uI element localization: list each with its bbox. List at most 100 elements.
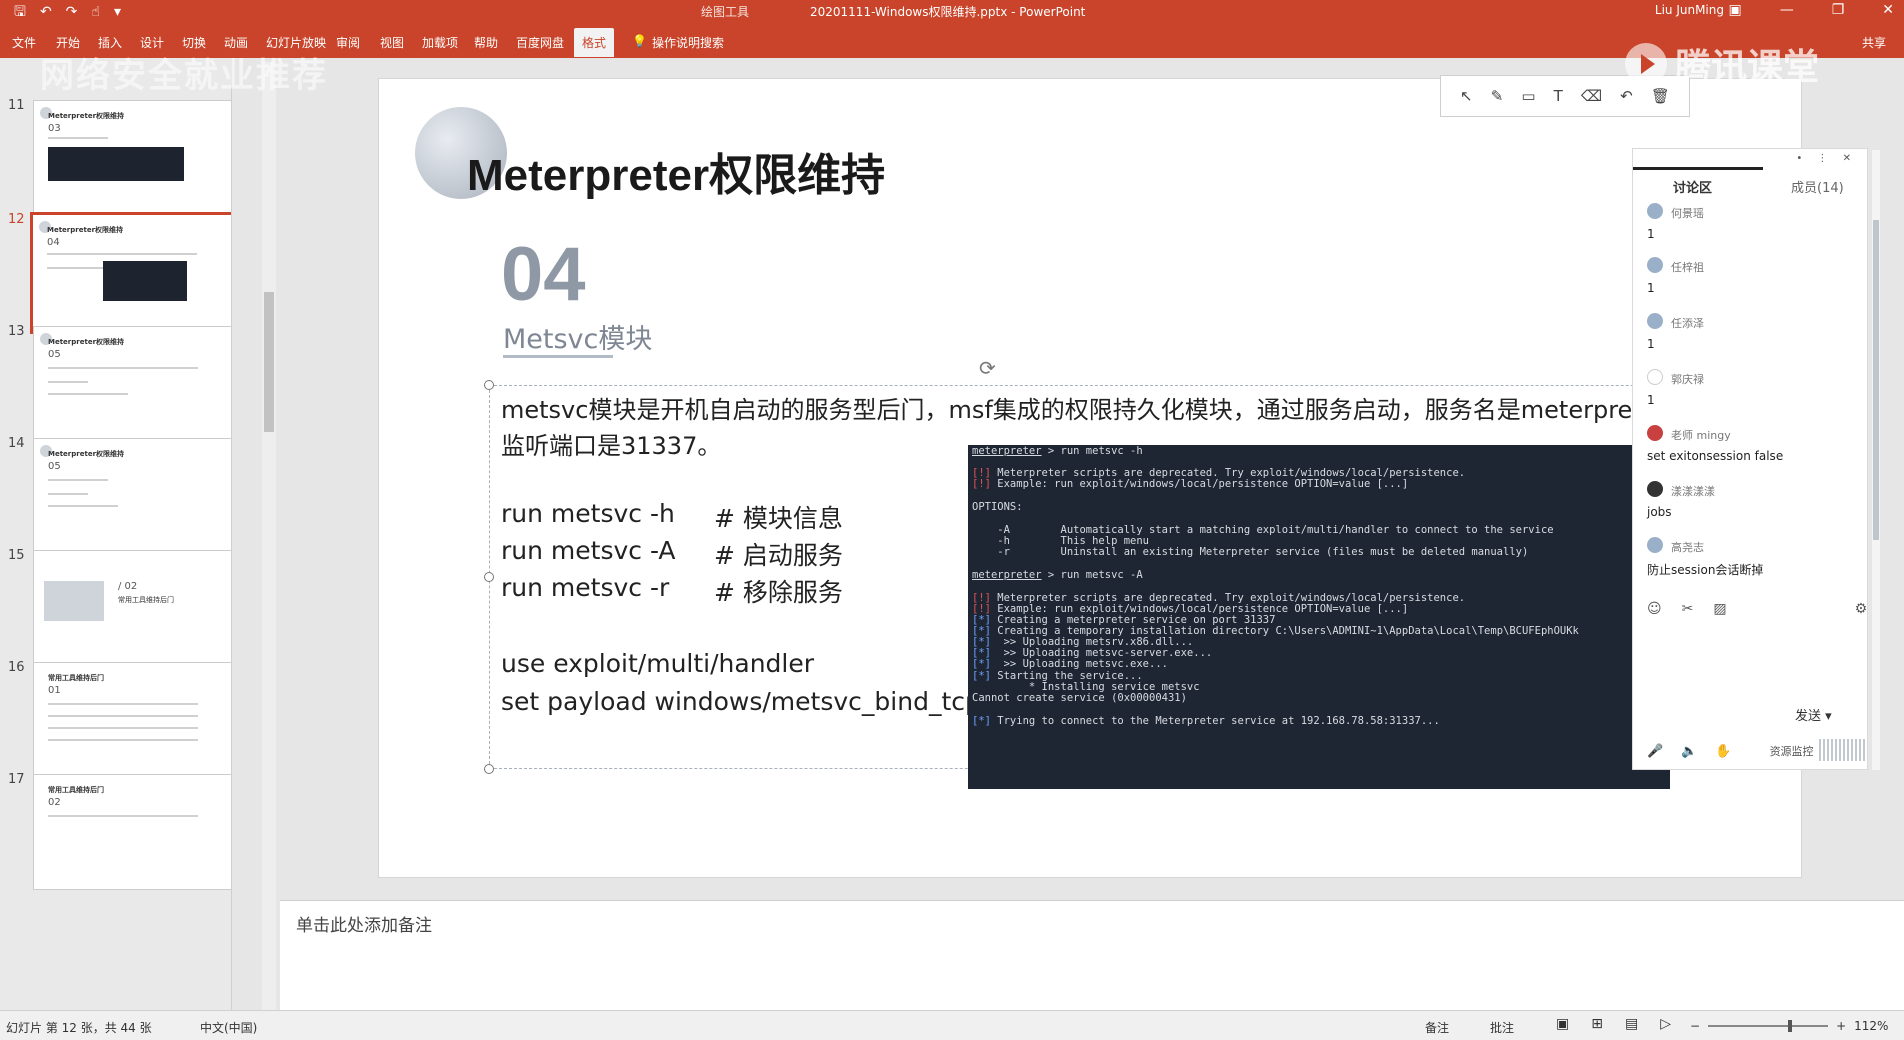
user-name[interactable]: Liu JunMing [1655, 3, 1724, 17]
avatar [1647, 313, 1663, 329]
zoom-out-icon[interactable]: − [1690, 1019, 1700, 1033]
slide-thumbnail-11[interactable]: Meterpreter权限维持 03 [33, 100, 231, 216]
resize-handle[interactable] [484, 572, 494, 582]
slide-thumbnail-14[interactable]: Meterpreter权限维持 05 [33, 438, 231, 554]
tab-help[interactable]: 帮助 [474, 34, 498, 51]
tab-format[interactable]: 格式 [574, 28, 615, 57]
tab-members[interactable]: 成员(14) [1791, 177, 1844, 196]
thumb-text-line [48, 367, 198, 369]
close-icon[interactable]: ✕ [1882, 2, 1894, 18]
tab-view[interactable]: 视图 [380, 34, 404, 51]
title-bar: 🖫 ↶ ↷ ☝ ▾ 绘图工具 20201111-Windows权限维持.pptx… [0, 0, 1904, 24]
avatar [1647, 481, 1663, 497]
section-number[interactable]: 04 [501, 231, 586, 318]
resize-handle[interactable] [484, 380, 494, 390]
avatar [1647, 369, 1663, 385]
tell-me-search[interactable]: 操作说明搜索 [652, 34, 724, 51]
tab-addins[interactable]: 加载项 [422, 34, 458, 51]
zoom-control: − + 112% [1690, 1019, 1888, 1033]
slide-thumbnail-12[interactable]: Meterpreter权限维持 04 [30, 212, 231, 334]
settings-icon[interactable]: ⚙ [1855, 601, 1868, 617]
tab-baidu[interactable]: 百度网盘 [516, 34, 564, 51]
scroll-thumb[interactable] [1873, 220, 1879, 540]
text-icon[interactable]: T [1554, 87, 1563, 105]
send-button[interactable]: 发送 ▾ [1795, 705, 1832, 724]
section-title[interactable]: Metsvc模块 [503, 317, 652, 356]
message-text: set exitonsession false [1647, 449, 1784, 463]
canvas-scrollbar[interactable] [1872, 150, 1880, 770]
message-author: 任梓祖 [1671, 261, 1704, 274]
scissors-icon[interactable]: ✂ [1682, 601, 1694, 617]
message-text: 1 [1647, 227, 1655, 241]
avatar [1647, 257, 1663, 273]
touch-mode-icon[interactable]: ☝ [91, 3, 100, 21]
emoji-icon[interactable]: ☺ [1647, 601, 1662, 617]
thumb-title: Meterpreter权限维持 [48, 338, 125, 346]
share-button[interactable]: 共享 [1862, 34, 1886, 51]
thumb-section: / 02 [118, 581, 138, 592]
message-text: 1 [1647, 281, 1655, 295]
resize-handle[interactable] [484, 764, 494, 774]
pen-icon[interactable]: ✎ [1491, 87, 1504, 105]
thumb-text-line [48, 393, 128, 395]
thumbnail-scrollbar[interactable] [262, 62, 276, 1010]
save-icon[interactable]: 🖫 [14, 3, 26, 21]
eraser-icon[interactable]: ⌫ [1581, 87, 1602, 105]
zoom-level[interactable]: 112% [1854, 1019, 1888, 1033]
tab-review[interactable]: 审阅 [336, 34, 360, 51]
minimize-icon[interactable]: — [1780, 2, 1794, 18]
slideshow-view-icon[interactable]: ▷ [1660, 1016, 1671, 1032]
language-indicator[interactable]: 中文(中国) [200, 1019, 257, 1036]
zoom-in-icon[interactable]: + [1836, 1019, 1846, 1033]
rectangle-icon[interactable]: ▭ [1521, 87, 1535, 105]
zoom-thumb[interactable] [1788, 1020, 1793, 1032]
notes-toggle[interactable]: 备注 [1425, 1019, 1449, 1036]
hand-icon[interactable]: ✋ [1715, 744, 1731, 759]
slide-thumbnail-17[interactable]: 常用工具维持后门 02 [33, 774, 231, 890]
terminal-line: OPTIONS: [972, 501, 1023, 513]
thumb-section: 02 [48, 797, 61, 808]
sorter-view-icon[interactable]: ⊞ [1591, 1016, 1603, 1032]
pointer-icon[interactable]: ↖ [1460, 87, 1473, 105]
ribbon-display-icon[interactable]: ▣ [1728, 2, 1741, 18]
thumb-title: Meterpreter权限维持 [47, 226, 124, 234]
resource-monitor-label[interactable]: 资源监控 [1770, 743, 1814, 759]
speaker-icon[interactable]: 🔈 [1681, 744, 1697, 759]
terminal-line: Cannot create service (0x00000431) [972, 692, 1187, 704]
message-author: 漾漾漾漾 [1671, 485, 1715, 498]
thumb-section: 05 [48, 349, 61, 360]
slide-title[interactable]: Meterpreter权限维持 [467, 139, 885, 203]
message-author: 任添泽 [1671, 317, 1704, 330]
pin-icon[interactable]: • ⋮ ✕ [1796, 153, 1857, 164]
microphone-icon[interactable]: 🎤 [1647, 744, 1663, 759]
redo-icon[interactable]: ↷ [66, 3, 78, 21]
thumb-number: 17 [8, 772, 25, 787]
reading-view-icon[interactable]: ▤ [1625, 1016, 1638, 1032]
thumb-number: 13 [8, 324, 25, 339]
restore-icon[interactable]: ❐ [1832, 2, 1845, 18]
status-bar: 幻灯片 第 12 张，共 44 张 中文(中国) 备注 批注 ▣ ⊞ ▤ ▷ −… [0, 1010, 1904, 1040]
context-tab-label: 绘图工具 [700, 5, 749, 19]
tab-discussion[interactable]: 讨论区 [1673, 177, 1712, 196]
window-title: 20201111-Windows权限维持.pptx - PowerPoint [810, 5, 1086, 19]
handler-line: use exploit/multi/handler [501, 649, 815, 678]
normal-view-icon[interactable]: ▣ [1556, 1016, 1569, 1032]
rotate-handle-icon[interactable]: ⟳ [979, 356, 996, 380]
thumb-text-line [48, 493, 88, 495]
thumb-text-line [48, 727, 198, 729]
tab-file[interactable]: 文件 [12, 34, 36, 51]
customize-icon[interactable]: ▾ [114, 3, 121, 21]
scroll-thumb[interactable] [264, 292, 274, 432]
slide-thumbnail-13[interactable]: Meterpreter权限维持 05 [33, 326, 231, 442]
slide-thumbnail-16[interactable]: 常用工具维持后门 01 [33, 662, 231, 778]
zoom-slider[interactable] [1708, 1020, 1829, 1032]
terminal-line: [!] Example: run exploit/windows/local/p… [972, 478, 1409, 490]
image-icon[interactable]: ▨ [1713, 601, 1726, 617]
tell-me-icon[interactable]: 💡 [632, 34, 647, 48]
notes-placeholder[interactable]: 单击此处添加备注 [296, 911, 432, 936]
notes-pane[interactable]: 单击此处添加备注 [280, 900, 1904, 1010]
message-author: 老师 mingy [1671, 429, 1731, 442]
slide-thumbnail-15[interactable]: / 02 常用工具维持后门 [33, 550, 231, 666]
undo-icon[interactable]: ↶ [40, 3, 52, 21]
comments-toggle[interactable]: 批注 [1490, 1019, 1514, 1036]
